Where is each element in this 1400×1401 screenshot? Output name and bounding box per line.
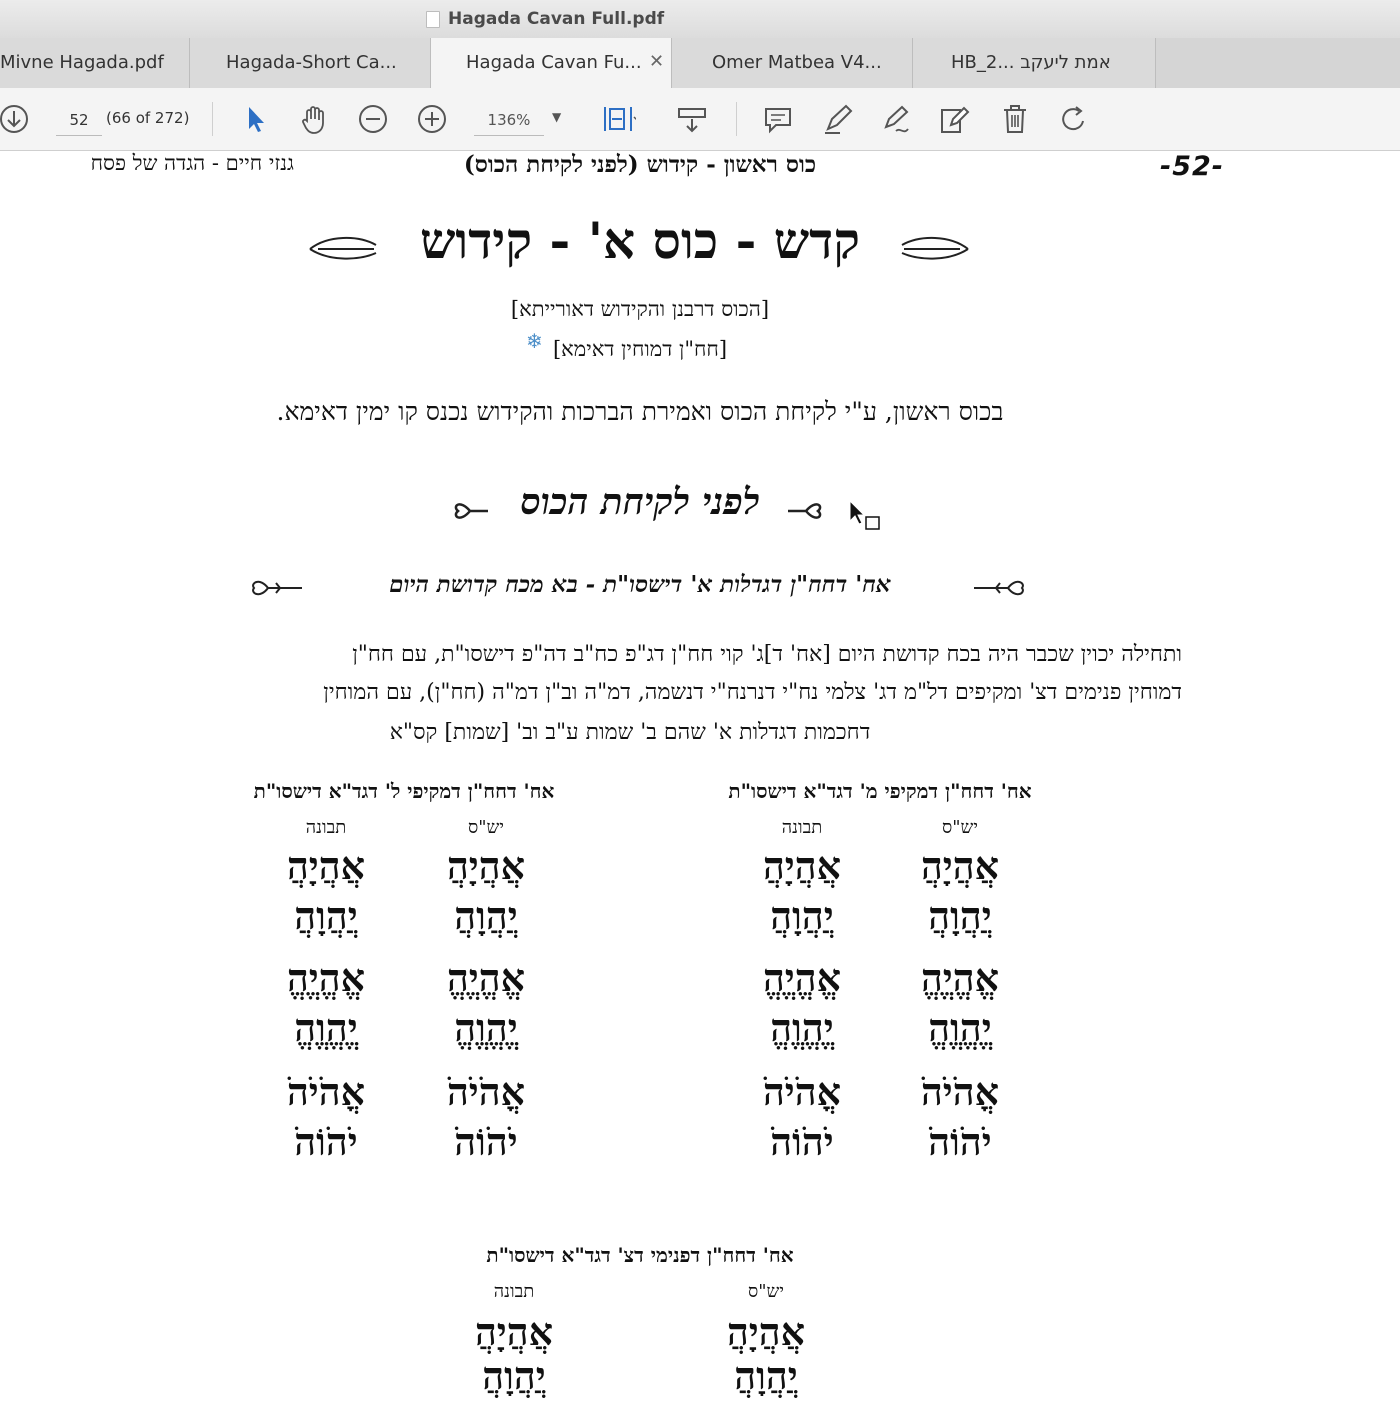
section-title: לפני לקיחת הכוס bbox=[520, 481, 760, 523]
close-icon[interactable]: ✕ bbox=[649, 51, 664, 72]
tab-hb2[interactable]: HB_2... אמת ליעקב bbox=[913, 38, 1156, 88]
toolbar: (66 of 272) ▼ bbox=[0, 88, 1400, 151]
zoom-level-input[interactable] bbox=[474, 105, 544, 136]
rotate-icon[interactable] bbox=[1056, 101, 1092, 137]
scroll-mode-icon[interactable] bbox=[674, 101, 710, 137]
main-title: קדש - כוס א' - קידוש bbox=[420, 211, 860, 270]
group-heading: אח' דחח"ן דמקיפי מ' דגד"א דישסו"ת bbox=[728, 779, 1032, 803]
page-number: -52- bbox=[1160, 151, 1224, 182]
zoom-out-icon[interactable] bbox=[355, 101, 391, 137]
tab-label: HB_2... אמת ליעקב bbox=[951, 52, 1111, 73]
tab-label: Hagada-Short Ca... bbox=[226, 52, 397, 73]
intro-paragraph: בכוס ראשון, ע"י לקיחת הכוס ואמירת הברכות… bbox=[276, 397, 1004, 426]
divine-name: אֱהֱיֱהֱ bbox=[446, 955, 526, 1000]
tab-label: Omer Matbea V4... bbox=[712, 52, 882, 73]
divine-name: אֲהֲיָהֲ bbox=[920, 843, 1000, 888]
divine-name: אֲהֲיָהֲ bbox=[474, 1309, 554, 1354]
toolbar-divider bbox=[736, 102, 737, 136]
comment-icon[interactable] bbox=[760, 101, 796, 137]
document-icon bbox=[426, 11, 440, 28]
hand-icon[interactable] bbox=[296, 101, 332, 137]
divine-name: יֱהֱוֱהֱ bbox=[928, 1005, 992, 1050]
divine-name: יֹהֹוֹהֹ bbox=[454, 1119, 518, 1164]
column-heading: יש"ס bbox=[942, 817, 978, 838]
delete-icon[interactable] bbox=[997, 101, 1033, 137]
divine-name: יֱהֱוֱהֱ bbox=[294, 1005, 358, 1050]
subtitle-1: [הכוס דרבנן והקידוש דאורייתא] bbox=[510, 297, 770, 321]
subtitle-2: [חח"ן דמוחין דאימא] bbox=[552, 337, 728, 361]
divine-name: אֲהֲיָהֲ bbox=[286, 843, 366, 888]
column-heading: תבונה bbox=[493, 1281, 535, 1302]
highlight-icon[interactable] bbox=[820, 101, 856, 137]
sign-icon[interactable] bbox=[878, 101, 914, 137]
divine-name: אֳהֹיֹהֹ bbox=[286, 1069, 366, 1114]
ornament-icon bbox=[309, 236, 377, 260]
divine-name: יֲהֲוָהֲ bbox=[454, 893, 518, 938]
column-heading: תבונה bbox=[781, 817, 823, 838]
pdf-page[interactable]: גנזי חיים - הגדה של פסח כוס ראשון - קידו… bbox=[0, 151, 1400, 1400]
column-heading: יש"ס bbox=[468, 817, 504, 838]
column-heading: יש"ס bbox=[748, 1281, 784, 1302]
chevron-down-icon[interactable]: ▼ bbox=[552, 110, 561, 124]
divine-name: יֱהֱוֱהֱ bbox=[770, 1005, 834, 1050]
download-icon[interactable] bbox=[0, 101, 32, 137]
select-arrow-icon[interactable] bbox=[238, 101, 274, 137]
divine-name: אֳהֹיֹהֹ bbox=[446, 1069, 526, 1114]
divine-name: אֲהֲיָהֲ bbox=[446, 843, 526, 888]
body-text-line: ותחילה יכוין שכבר היה בכח קדושת היום [אח… bbox=[352, 642, 1182, 667]
body-text-line: דחכמות דגדלות א' שהם ב' שמות ע"ב וב' [שמ… bbox=[389, 720, 871, 745]
fit-page-icon[interactable] bbox=[600, 101, 641, 137]
divine-name: אֳהֹיֹהֹ bbox=[762, 1069, 842, 1114]
divine-name: יֹהֹוֹהֹ bbox=[294, 1119, 358, 1164]
column-heading: תבונה bbox=[305, 817, 347, 838]
group-heading: אח' דחח"ן דפנימי דצ' דגד"א דישסו"ת bbox=[486, 1243, 794, 1267]
running-header-center: כוס ראשון - קידוש (לפני לקיחת הכוס) bbox=[463, 151, 817, 178]
divine-name: אֲהֲיָהֲ bbox=[726, 1309, 806, 1354]
mouse-cursor-icon bbox=[849, 499, 880, 530]
divine-name: אֲהֲיָהֲ bbox=[762, 843, 842, 888]
ornament-icon bbox=[252, 580, 302, 596]
divine-name: יֹהֹוֹהֹ bbox=[770, 1119, 834, 1164]
zoom-in-icon[interactable] bbox=[414, 101, 450, 137]
tab-hagada-cavan-full[interactable]: Hagada Cavan Fu... ✕ bbox=[431, 38, 672, 89]
divine-name: יֹהֹוֹהֹ bbox=[928, 1119, 992, 1164]
divine-name: אֱהֱיֱהֱ bbox=[762, 955, 842, 1000]
tab-omer-matbea[interactable]: Omer Matbea V4... bbox=[672, 38, 913, 88]
section-subtitle: אח' דחח"ן דגדלות א' דישסו"ת - בא מכח קדו… bbox=[389, 571, 891, 598]
tab-mivne-hagada[interactable]: Mivne Hagada.pdf bbox=[0, 38, 190, 88]
tab-bar: Mivne Hagada.pdf Hagada-Short Ca... Haga… bbox=[0, 38, 1400, 89]
divine-name: יֲהֲוָהֲ bbox=[482, 1353, 546, 1398]
divine-name: יֲהֲוָהֲ bbox=[294, 893, 358, 938]
divine-name: אֳהֹיֹהֹ bbox=[920, 1069, 1000, 1114]
body-text-line: דמוחין פנימים דצ' ומקיפים דל"מ דג' צלמי … bbox=[323, 680, 1182, 705]
ornament-icon bbox=[974, 580, 1024, 596]
divine-name: אֱהֱיֱהֱ bbox=[286, 955, 366, 1000]
divine-name: יֱהֱוֱהֱ bbox=[454, 1005, 518, 1050]
window-title: Hagada Cavan Full.pdf bbox=[448, 9, 665, 29]
group-heading: אח' דחח"ן דמקיפי ל' דגד"א דישסו"ת bbox=[253, 779, 555, 803]
tab-label: Hagada Cavan Fu... bbox=[466, 52, 642, 73]
divine-name: אֱהֱיֱהֱ bbox=[920, 955, 1000, 1000]
tab-label: Mivne Hagada.pdf bbox=[0, 52, 164, 73]
ornament-icon bbox=[901, 236, 969, 260]
edit-icon[interactable] bbox=[937, 101, 973, 137]
divine-name: יֲהֲוָהֲ bbox=[734, 1353, 798, 1398]
toolbar-divider bbox=[212, 102, 213, 136]
page-count: (66 of 272) bbox=[106, 109, 190, 127]
divine-name: יֲהֲוָהֲ bbox=[770, 893, 834, 938]
tab-hagada-short[interactable]: Hagada-Short Ca... bbox=[190, 38, 431, 88]
window-title-bar: Hagada Cavan Full.pdf bbox=[0, 0, 1400, 39]
page-number-input[interactable] bbox=[56, 105, 102, 136]
divine-name: יֲהֲוָהֲ bbox=[928, 893, 992, 938]
running-header-right: גנזי חיים - הגדה של פסח bbox=[90, 151, 294, 175]
